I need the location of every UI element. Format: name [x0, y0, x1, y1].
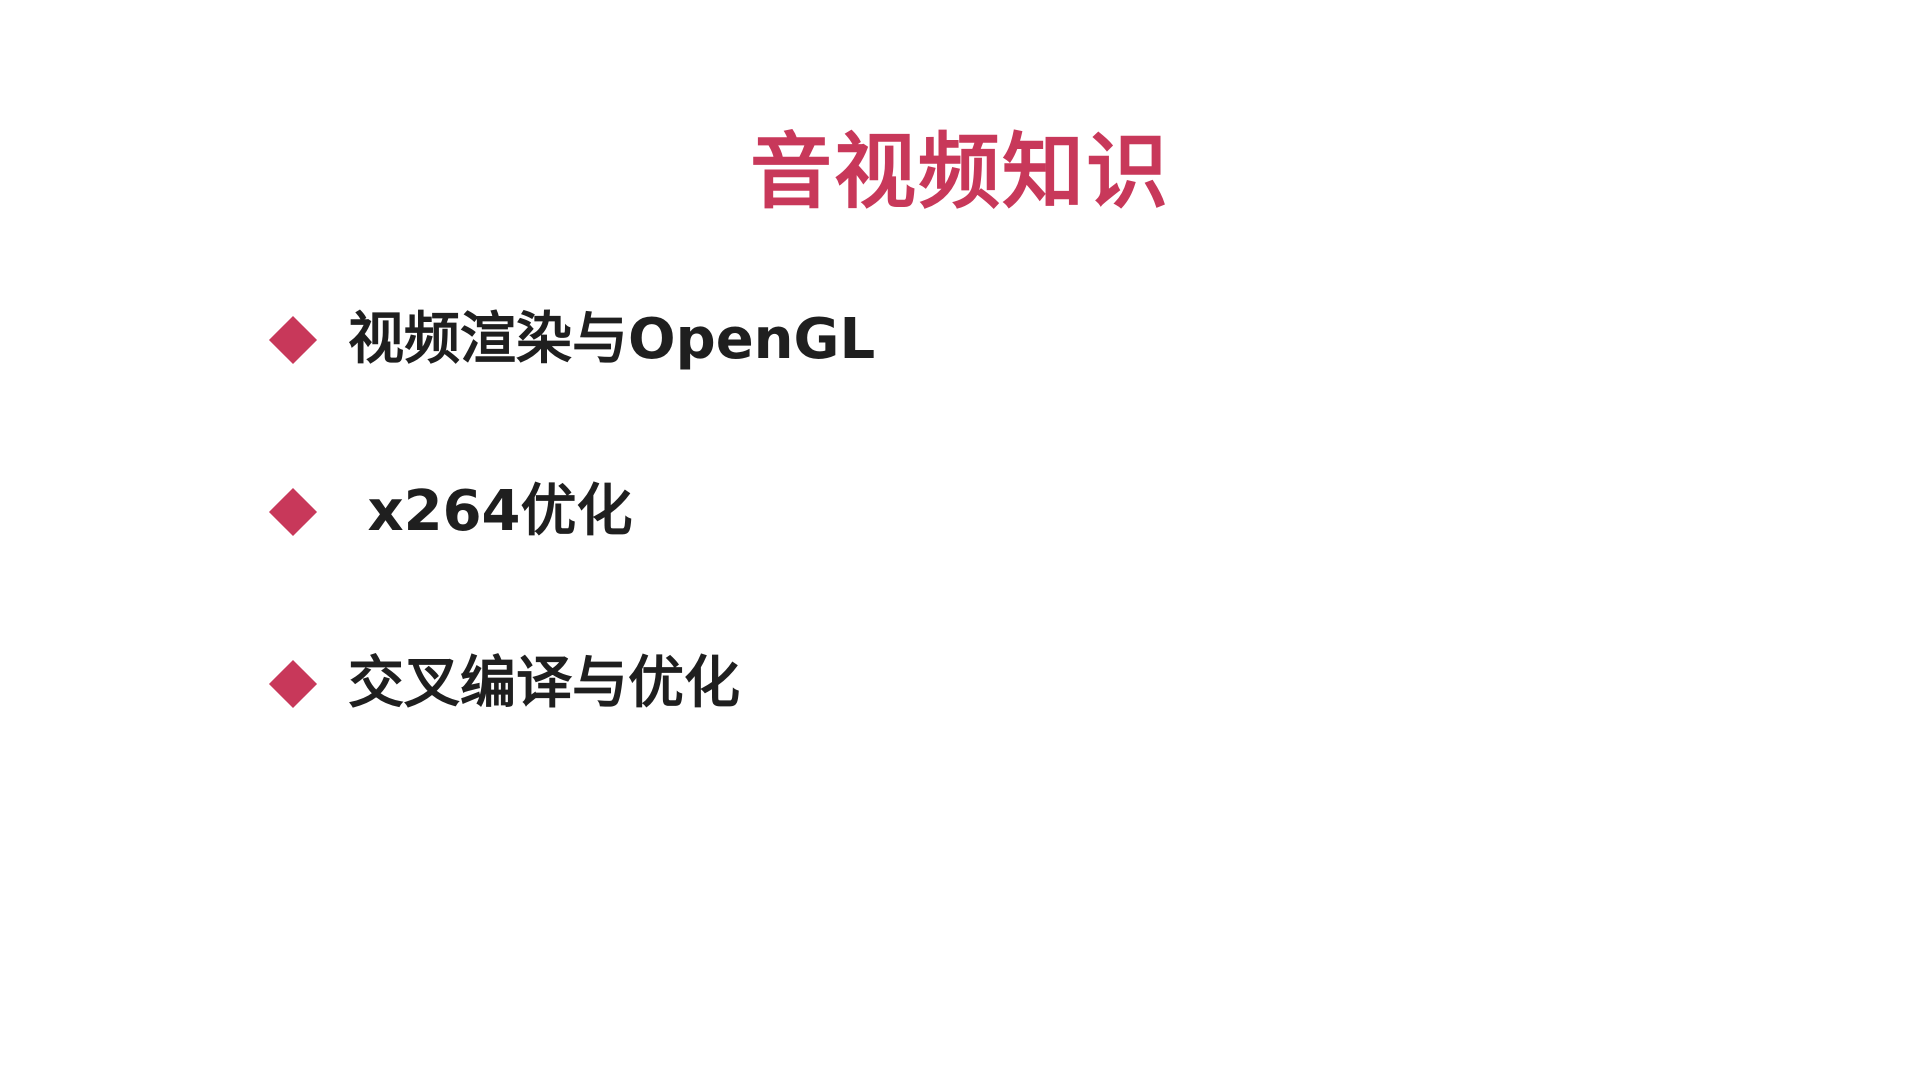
- bullet-item: x264优化: [268, 472, 875, 552]
- bullet-list: 视频渲染与OpenGL x264优化 交叉编译与优化: [268, 300, 875, 816]
- diamond-icon: [268, 659, 318, 709]
- bullet-text: 交叉编译与优化: [348, 651, 740, 716]
- diamond-icon: [268, 487, 318, 537]
- bullet-text: 视频渲染与OpenGL: [348, 307, 876, 372]
- diamond-icon: [268, 315, 318, 365]
- bullet-text: x264优化: [348, 479, 633, 544]
- slide-title: 音视频知识: [749, 125, 1170, 220]
- bullet-item: 视频渲染与OpenGL: [268, 300, 875, 380]
- bullet-item: 交叉编译与优化: [268, 644, 875, 724]
- slide: 音视频知识 视频渲染与OpenGL x264优化 交叉编译与优化: [0, 0, 1920, 1080]
